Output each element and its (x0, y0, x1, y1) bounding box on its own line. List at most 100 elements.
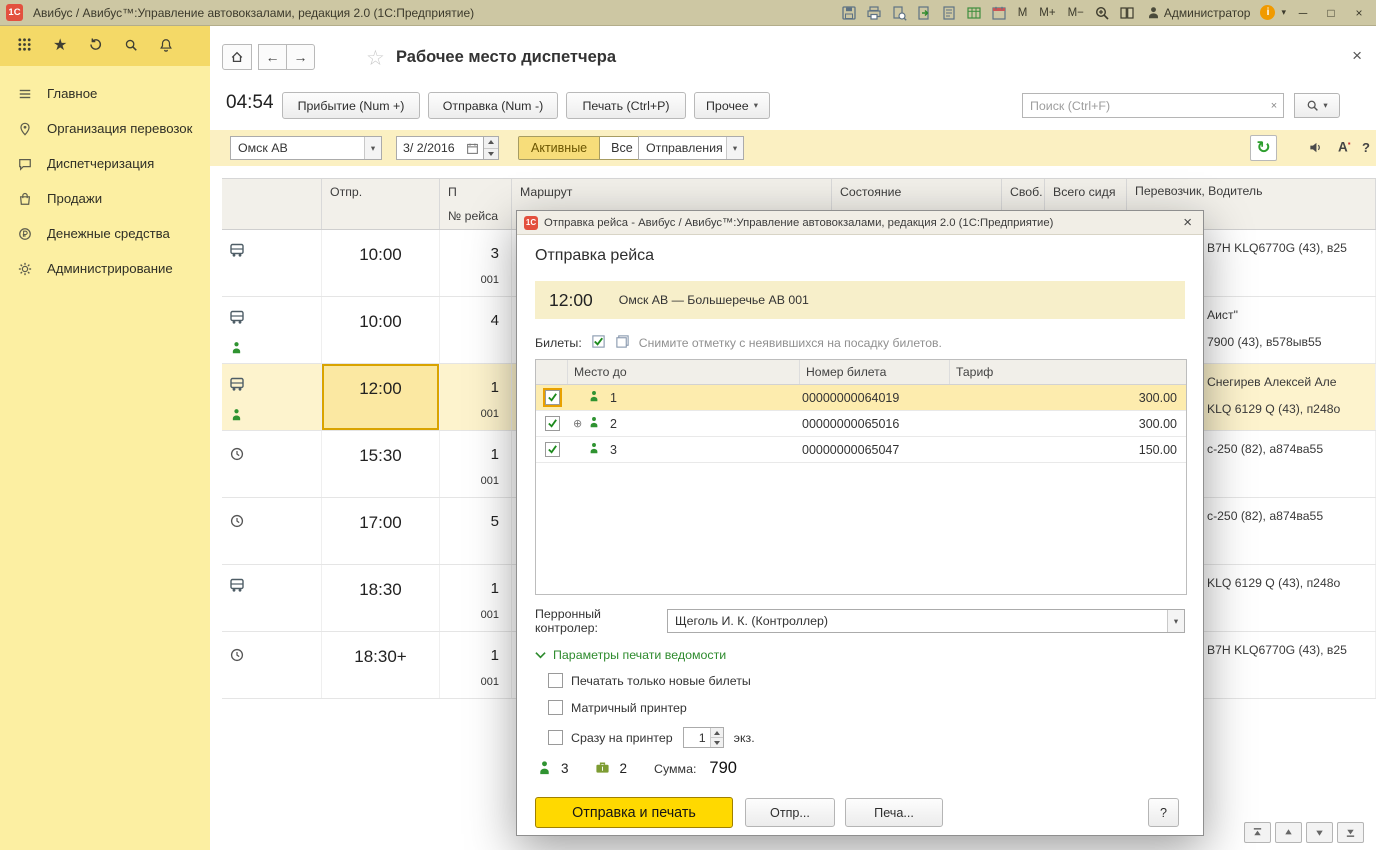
toggle-active[interactable]: Активные (519, 137, 599, 159)
split-view-icon[interactable] (1118, 3, 1137, 22)
column-header-checkbox[interactable] (536, 360, 568, 384)
home-icon (230, 50, 244, 64)
chevron-down-icon[interactable]: ▾ (364, 137, 381, 159)
ticket-row[interactable]: 3 00000000065047 150.00 (536, 437, 1186, 463)
column-header-ticket[interactable]: Номер билета (800, 360, 950, 384)
checkbox[interactable] (548, 730, 563, 745)
checkbox-matrix-printer[interactable]: Матричный принтер (548, 700, 687, 715)
search-icon[interactable] (124, 38, 138, 55)
maximize-button[interactable]: □ (1320, 6, 1342, 20)
checkbox[interactable] (548, 700, 563, 715)
controller-label: Перронный контролер: (535, 607, 667, 635)
stepper-up-icon[interactable] (484, 137, 498, 148)
back-button[interactable]: ← (258, 44, 287, 70)
checkbox-print-directly[interactable]: Сразу на принтер 1 экз. (548, 727, 755, 748)
favorites-star-icon[interactable]: ★ (53, 38, 67, 54)
table-icon[interactable] (965, 3, 984, 22)
checkbox-only-new-tickets[interactable]: Печатать только новые билеты (548, 673, 751, 688)
document-icon[interactable] (940, 3, 959, 22)
departure-button[interactable]: Отправка (Num -) (428, 92, 558, 119)
speaker-icon[interactable] (1308, 140, 1323, 158)
save-icon[interactable] (840, 3, 859, 22)
column-header-seat[interactable]: Место до (568, 360, 800, 384)
check-all-icon[interactable] (591, 334, 606, 352)
font-size-icon[interactable]: А▪ (1338, 139, 1351, 155)
calendar-icon[interactable] (466, 142, 479, 155)
scroll-down-button[interactable] (1306, 822, 1333, 843)
print-params-toggle[interactable]: Параметры печати ведомости (535, 648, 726, 662)
column-header-fare[interactable]: Тариф (950, 360, 1186, 384)
ticket-checkbox[interactable] (545, 442, 560, 457)
print-icon[interactable] (865, 3, 884, 22)
notifications-bell-icon[interactable] (159, 38, 173, 55)
minimize-button[interactable]: ─ (1292, 6, 1314, 20)
depart-and-print-button[interactable]: Отправка и печать (535, 797, 733, 828)
apps-grid-icon[interactable] (17, 37, 32, 55)
dialog-close-button[interactable]: × (1179, 214, 1196, 231)
sidebar-item-sales[interactable]: Продажи (0, 181, 210, 216)
controller-select[interactable]: Щеголь И. К. (Контроллер) ▾ (667, 609, 1185, 633)
expand-icon[interactable]: ⊕ (573, 417, 582, 430)
print-button[interactable]: Печать (Ctrl+P) (566, 92, 686, 119)
print-list-button[interactable]: Печа... (845, 798, 943, 827)
date-stepper[interactable] (484, 136, 499, 160)
station-select[interactable]: Омск АВ ▾ (230, 136, 382, 160)
zoom-icon[interactable] (1093, 3, 1112, 22)
checkbox[interactable] (548, 673, 563, 688)
window-titlebar: 1С Авибус / Авибус™:Управление автовокза… (0, 0, 1376, 26)
search-input[interactable] (1023, 99, 1265, 113)
scroll-up-button[interactable] (1275, 822, 1302, 843)
stepper-down-icon[interactable] (484, 148, 498, 160)
checkbox-label: Матричный принтер (571, 701, 687, 715)
clear-search-icon[interactable]: × (1265, 100, 1283, 112)
uncheck-all-icon[interactable] (615, 334, 630, 352)
ticket-row-selected[interactable]: 1 00000000064019 300.00 (536, 385, 1186, 411)
ticket-checkbox[interactable] (545, 416, 560, 431)
copies-spin-buttons[interactable] (710, 728, 723, 747)
dialog-help-button[interactable]: ? (1148, 798, 1179, 827)
refresh-button[interactable]: ↻ (1250, 135, 1277, 161)
ticket-row[interactable]: ⊕ 2 00000000065016 300.00 (536, 411, 1186, 437)
forward-button[interactable]: → (286, 44, 315, 70)
column-header-departure[interactable]: Отпр. (322, 179, 440, 229)
scroll-to-bottom-button[interactable] (1337, 822, 1364, 843)
search-button[interactable]: ▾ (1294, 93, 1340, 118)
chevron-down-icon[interactable]: ▾ (1167, 610, 1184, 632)
sidebar-item-transport-organization[interactable]: Организация перевозок (0, 111, 210, 146)
print-preview-icon[interactable] (890, 3, 909, 22)
ticket-checkbox[interactable] (545, 390, 560, 405)
memory-add-button[interactable]: М+ (1036, 7, 1058, 19)
more-button[interactable]: Прочее▾ (694, 92, 770, 119)
column-header-p[interactable]: П№ рейса (440, 179, 512, 229)
favorite-star-icon[interactable]: ☆ (366, 46, 385, 71)
sidebar-item-dispatching[interactable]: Диспетчеризация (0, 146, 210, 181)
scroll-to-top-button[interactable] (1244, 822, 1271, 843)
history-icon[interactable] (88, 37, 103, 55)
chevron-down-icon[interactable]: ▾ (726, 137, 743, 159)
current-user[interactable]: Администратор (1147, 6, 1251, 20)
memory-subtract-button[interactable]: М− (1065, 7, 1087, 19)
send-document-icon[interactable] (915, 3, 934, 22)
dialog-window-title: Отправка рейса - Авибус / Авибус™:Управл… (544, 217, 1173, 229)
sidebar-item-money[interactable]: Денежные средства (0, 216, 210, 251)
info-icon[interactable]: i (1260, 5, 1275, 20)
close-window-button[interactable]: × (1348, 6, 1370, 20)
chevron-down-icon: ▾ (754, 100, 758, 111)
arrival-button[interactable]: Прибытие (Num +) (282, 92, 420, 119)
close-page-button[interactable]: × (1352, 46, 1362, 66)
departure-time: 18:30+ (322, 647, 439, 667)
titlebar-menu-caret-icon[interactable]: ▾ (1281, 7, 1286, 18)
date-field[interactable]: 3/ 2/2016 (396, 136, 484, 160)
calendar-icon[interactable] (990, 3, 1009, 22)
home-button[interactable] (222, 44, 252, 70)
help-icon[interactable]: ? (1362, 140, 1370, 155)
depart-button[interactable]: Отпр... (745, 798, 835, 827)
passenger-count: 3 (561, 761, 569, 776)
memory-recall-button[interactable]: М (1015, 7, 1031, 19)
sidebar-item-administration[interactable]: Администрирование (0, 251, 210, 286)
sidebar-item-main[interactable]: Главное (0, 76, 210, 111)
copies-stepper[interactable]: 1 (683, 727, 724, 748)
toggle-all[interactable]: Все (599, 137, 644, 159)
column-header-icon[interactable] (222, 179, 322, 229)
view-select[interactable]: Отправления ▾ (638, 136, 744, 160)
